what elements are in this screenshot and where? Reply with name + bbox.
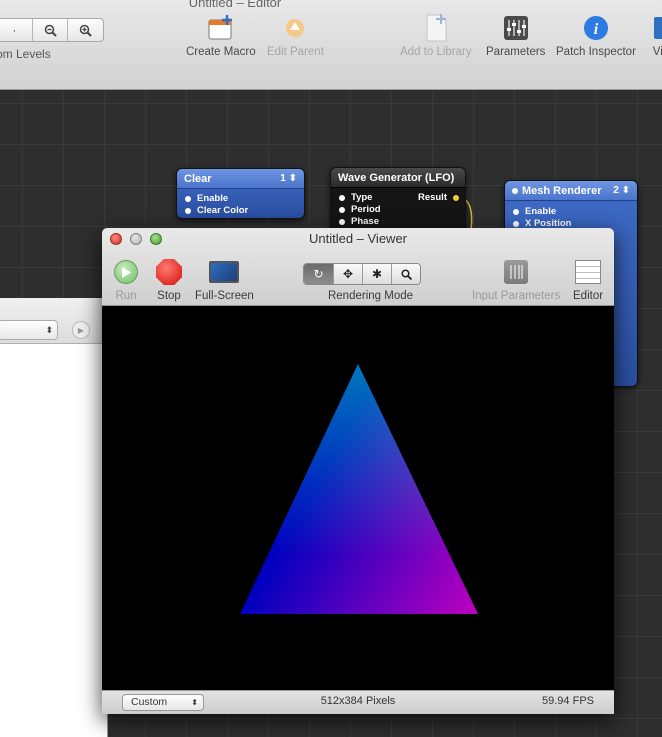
debug-bug-icon[interactable]: ✱ <box>362 264 391 284</box>
port-dot-icon <box>185 208 191 214</box>
zoom-in-button[interactable] <box>67 19 103 41</box>
port-dot-icon <box>185 196 191 202</box>
run-label: Run <box>115 290 137 302</box>
edit-parent-label: Edit Parent <box>267 46 324 58</box>
svg-text:i: i <box>594 21 599 38</box>
clear-port-enable[interactable]: Enable <box>177 193 304 205</box>
mesh-renderer-badge: 2 ⬍ <box>613 185 630 196</box>
play-icon <box>114 260 138 284</box>
clear-port-enable-label: Enable <box>197 193 229 204</box>
rendering-mode-label: Rendering Mode <box>327 290 414 302</box>
clear-patch-badge: 1 ⬍ <box>280 173 297 184</box>
wave-port-type-label: Type <box>351 192 373 203</box>
stop-label: Stop <box>157 290 181 302</box>
create-macro-icon <box>207 14 235 42</box>
editor-toolbar: Untitled – Editor · om Levels Create Mac… <box>0 0 662 90</box>
editor-window-title: Untitled – Editor <box>188 0 282 10</box>
output-dot-icon <box>453 195 459 201</box>
viewer-label: Vie <box>652 46 662 58</box>
zoom-levels-label: om Levels <box>0 47 51 61</box>
viewer-button[interactable]: Vie <box>646 14 662 58</box>
port-dot-icon <box>513 221 519 227</box>
clear-patch-header: Clear 1 ⬍ <box>177 169 304 189</box>
rendering-mode-segments: ↻ ✥ ✱ <box>303 263 421 285</box>
edit-parent-icon <box>281 14 309 42</box>
sliders-icon <box>502 14 530 42</box>
zoom-control: · <box>0 18 104 42</box>
rendering-mode-control: ↻ ✥ ✱ Rendering Mode <box>303 257 421 302</box>
mesh-renderer-title: Mesh Renderer <box>522 184 602 197</box>
edit-parent-button[interactable]: Edit Parent <box>267 14 324 58</box>
play-circle-icon[interactable]: ▶ <box>72 321 90 339</box>
wave-port-result[interactable]: Result <box>418 192 459 204</box>
stop-button[interactable]: Stop <box>156 257 182 302</box>
viewer-icon <box>648 14 662 42</box>
info-icon: i <box>582 14 610 42</box>
patch-inspector-label: Patch Inspector <box>556 46 636 58</box>
port-dot-icon <box>512 187 518 194</box>
side-panel: ⬍ ▶ <box>0 298 108 737</box>
port-dot-icon <box>513 209 519 215</box>
fullscreen-icon <box>209 261 240 283</box>
refresh-icon[interactable]: ↻ <box>304 264 333 284</box>
viewer-statusbar: Custom ⬍ 512x384 Pixels 59.94 FPS <box>102 690 614 714</box>
viewer-window-title: Untitled – Viewer <box>308 231 408 246</box>
clear-patch-title: Clear <box>184 172 212 185</box>
clear-patch[interactable]: Clear 1 ⬍ Enable Clear Color <box>176 168 305 219</box>
stop-icon <box>156 259 182 285</box>
side-panel-header: ⬍ ▶ <box>0 298 107 344</box>
zoom-out-button[interactable] <box>31 19 68 41</box>
wave-port-period[interactable]: Period <box>331 204 465 216</box>
create-macro-label: Create Macro <box>186 46 256 58</box>
zoom-fit-button[interactable]: · <box>0 19 32 41</box>
parameters-button[interactable]: Parameters <box>486 14 545 58</box>
viewer-toolbar: Untitled – Viewer Run Stop Full-Screen ↻ <box>102 228 614 306</box>
screen: Untitled – Editor · om Levels Create Mac… <box>0 0 662 737</box>
clear-port-color[interactable]: Clear Color <box>177 205 304 217</box>
fullscreen-button[interactable]: Full-Screen <box>195 257 254 302</box>
pixel-size-readout: 512x384 Pixels <box>320 695 396 707</box>
wave-generator-title: Wave Generator (LFO) <box>338 171 455 184</box>
editor-icon <box>575 260 602 284</box>
input-parameters-button[interactable]: Input Parameters <box>472 257 560 302</box>
zoom-in-icon <box>79 24 92 37</box>
render-viewport[interactable] <box>110 306 614 690</box>
fullscreen-label: Full-Screen <box>195 290 254 302</box>
input-parameters-label: Input Parameters <box>472 290 561 302</box>
add-to-library-icon <box>422 14 450 42</box>
sliders-icon <box>504 260 529 284</box>
magnifier-icon[interactable] <box>391 264 420 284</box>
add-to-library-label: Add to Library <box>400 46 472 58</box>
port-dot-icon <box>339 207 345 213</box>
move-icon[interactable]: ✥ <box>333 264 362 284</box>
parameters-label: Parameters <box>486 46 546 58</box>
mesh-renderer-header: Mesh Renderer 2 ⬍ <box>505 181 637 201</box>
wave-generator-patch[interactable]: Wave Generator (LFO) Type Period Phase R… <box>330 167 466 237</box>
mesh-port-enable[interactable]: Enable <box>505 206 637 218</box>
wave-generator-header: Wave Generator (LFO) <box>331 168 465 188</box>
port-dot-icon <box>339 219 345 225</box>
clear-port-color-label: Clear Color <box>197 205 249 216</box>
triangle-shade <box>240 364 478 614</box>
side-panel-select[interactable]: ⬍ <box>0 320 58 340</box>
zoom-out-icon <box>44 24 57 37</box>
editor-button[interactable]: Editor <box>573 257 603 302</box>
editor-label: Editor <box>573 290 604 302</box>
rgb-triangle-render <box>240 364 478 614</box>
run-button[interactable]: Run <box>114 257 138 302</box>
wave-port-phase-label: Phase <box>351 216 379 227</box>
patch-inspector-button[interactable]: i Patch Inspector <box>556 14 636 58</box>
fps-readout: 59.94 FPS <box>542 695 594 707</box>
wave-port-period-label: Period <box>351 204 381 215</box>
mesh-port-enable-label: Enable <box>525 206 557 217</box>
create-macro-button[interactable]: Create Macro <box>186 14 256 58</box>
viewer-window: Untitled – Viewer Run Stop Full-Screen ↻ <box>102 228 614 714</box>
add-to-library-button[interactable]: Add to Library <box>400 14 472 58</box>
wave-port-result-label: Result <box>417 192 447 203</box>
port-dot-icon <box>339 195 345 201</box>
wave-port-phase[interactable]: Phase <box>331 216 465 228</box>
